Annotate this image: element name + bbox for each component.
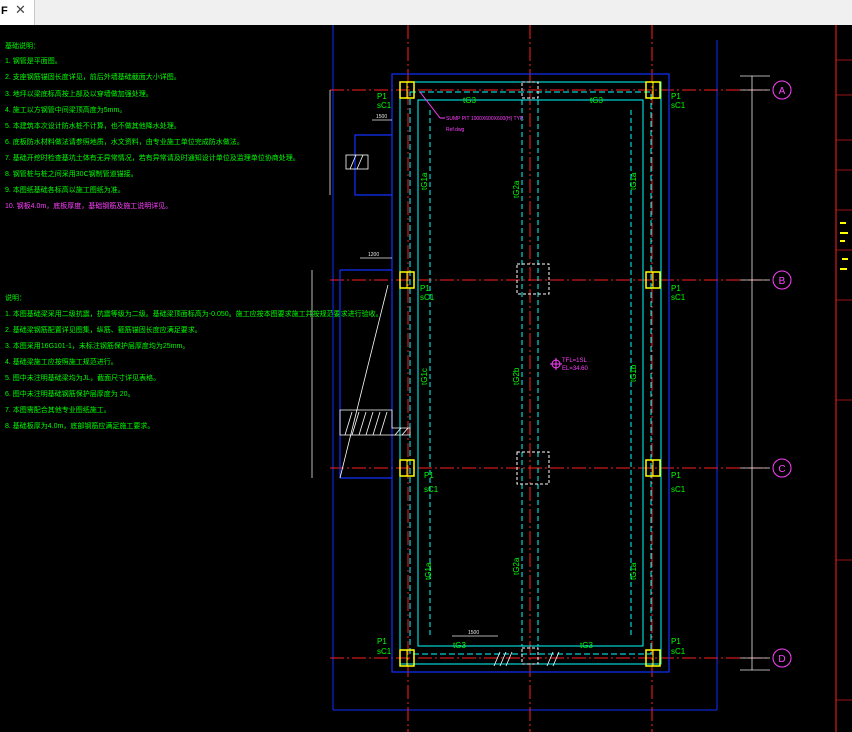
beam-label: tG2b	[512, 367, 521, 385]
column-sub: sC1	[671, 647, 686, 656]
cad-drawing: 基础说明： 1. 钢管是平面图。 2. 支座钢筋锚固长度详见，前后外墙基础截面大…	[5, 25, 852, 732]
notes-a-line: 2. 支座钢筋锚固长度详见，前后外墙基础截面大小详图。	[5, 72, 181, 81]
beam-label: tG1b	[629, 364, 638, 382]
axis-label-b: B	[779, 276, 786, 287]
notes-b-line: 8. 基础板厚为4.0m，底部钢筋应满足施工要求。	[5, 421, 154, 430]
column-sub: sC1	[377, 647, 392, 656]
close-icon[interactable]: ✕	[15, 3, 26, 18]
notes-b-line: 1. 本图基础梁采用二级抗震，抗震等级为二级。基础梁顶面标高为-0.050。施工…	[5, 309, 383, 318]
notes-b-line: 3. 本图采用16G101-1，未标注钢筋保护层厚度均为25mm。	[5, 341, 189, 350]
foundation-outline	[339, 73, 670, 673]
sump-callout-sub: Ref.dwg	[446, 127, 465, 133]
column-sub: sC1	[377, 101, 392, 110]
level-text-1: TFL=1SL	[562, 358, 588, 364]
column-sub: sC1	[671, 485, 686, 494]
beam-label: tG1a	[424, 562, 433, 580]
level-text-2: EL=34.60	[562, 366, 589, 372]
beam-label: tG2a	[512, 557, 521, 575]
notes-b-title: 说明：	[5, 293, 26, 302]
level-marker: TFL=1SL EL=34.60	[550, 358, 589, 372]
axis-label-c: C	[778, 464, 785, 475]
notes-a-line: 9. 本图纸基础各标高以施工图纸为准。	[5, 185, 125, 194]
column-label: P1	[671, 284, 681, 293]
column-label: P1	[377, 637, 387, 646]
column-sub: sC1	[420, 293, 435, 302]
notes-b-line: 5. 图中未注明基础梁均为JL，截面尺寸详见表格。	[5, 373, 160, 382]
notes-b-line: 6. 图中未注明基础钢筋保护层厚度为 20。	[5, 389, 135, 398]
column-label: P1	[377, 92, 387, 101]
beam-label: tG3	[580, 641, 593, 650]
drawing-tab[interactable]: F ✕	[0, 0, 35, 25]
beam-label: tG1a	[629, 562, 638, 580]
notes-b-line: 4. 基础梁施工应按照施工规范进行。	[5, 357, 118, 366]
notes-a-title: 基础说明：	[5, 41, 40, 50]
axis-grid	[330, 25, 770, 732]
notes-a-line: 3. 地坪以梁底标高按上部及以穿墙做加强处理。	[5, 89, 153, 98]
beam-label: tG1a	[420, 172, 429, 190]
axis-label-a: A	[779, 86, 786, 97]
column-sub: sC1	[671, 293, 686, 302]
column-label: P1	[671, 92, 681, 101]
notes-a-highlight: 10. 钢板4.0m，底板厚度，基础钢筋及施工说明详见。	[5, 201, 172, 210]
dimensions	[311, 75, 770, 671]
column-label: P1	[671, 637, 681, 646]
drawing-tab-bar: F ✕	[0, 0, 852, 26]
notes-b-line: 7. 本图需配合其他专业图纸施工。	[5, 405, 111, 414]
notes-b: 说明： 1. 本图基础梁采用二级抗震，抗震等级为二级。基础梁顶面标高为-0.05…	[5, 293, 383, 430]
cad-drawing-canvas[interactable]: 基础说明： 1. 钢管是平面图。 2. 支座钢筋锚固长度详见，前后外墙基础截面大…	[0, 25, 852, 732]
notes-a-line: 6. 底板防水材料做法请参照地质，水文资料，由专业施工单位完成防水做法。	[5, 137, 244, 146]
notes-a-line: 8. 钢管桩与桩之间采用30C钢制管道锚接。	[5, 169, 138, 178]
dim-text: 1200	[368, 252, 379, 258]
axis-bubble-labels: A B C D	[778, 86, 785, 665]
beam-label: tG3	[453, 641, 466, 650]
column-sub: sC1	[671, 101, 686, 110]
column-label: P1	[420, 284, 430, 293]
notes-a: 基础说明： 1. 钢管是平面图。 2. 支座钢筋锚固长度详见，前后外墙基础截面大…	[5, 41, 300, 210]
column-label: P1	[424, 471, 434, 480]
drawing-tab-label: F	[1, 5, 8, 17]
section-hatch	[339, 154, 560, 667]
dim-text: 1500	[376, 114, 387, 120]
notes-a-line: 7. 基础开挖时检查基坑土体有无异常情况，若有异常请及时通知设计单位及监理单位协…	[5, 153, 300, 162]
beam-labels: tG3 tG3 tG3 tG3 tG1a tG1c tG1a tG2a tG2b…	[420, 96, 638, 650]
beam-label: tG1a	[629, 172, 638, 190]
axis-label-d: D	[778, 654, 785, 665]
beam-label: tG3	[463, 96, 476, 105]
notes-a-line: 4. 施工以方钢管中间梁顶高度为5mm。	[5, 105, 126, 114]
axis-bubbles	[772, 80, 792, 668]
notes-a-line: 5. 本建筑本次设计防水桩不计算，也不做其他降水处理。	[5, 121, 181, 130]
notes-a-line: 1. 钢管是平面图。	[5, 56, 62, 65]
column-label: P1	[671, 471, 681, 480]
beam-label: tG1c	[420, 368, 429, 385]
title-block-marks	[840, 222, 848, 270]
sump-callout-text: SUMP PIT 1000X600X600(H) TYP.	[446, 116, 524, 122]
notes-b-line: 2. 基础梁钢筋配置详见图集，纵筋、箍筋锚固长度应满足要求。	[5, 325, 202, 334]
dim-text: 1500	[468, 630, 479, 636]
beam-label: tG3	[590, 96, 603, 105]
beam-label: tG2a	[512, 180, 521, 198]
column-sub: sC1	[424, 485, 439, 494]
title-block-strip	[836, 59, 852, 701]
